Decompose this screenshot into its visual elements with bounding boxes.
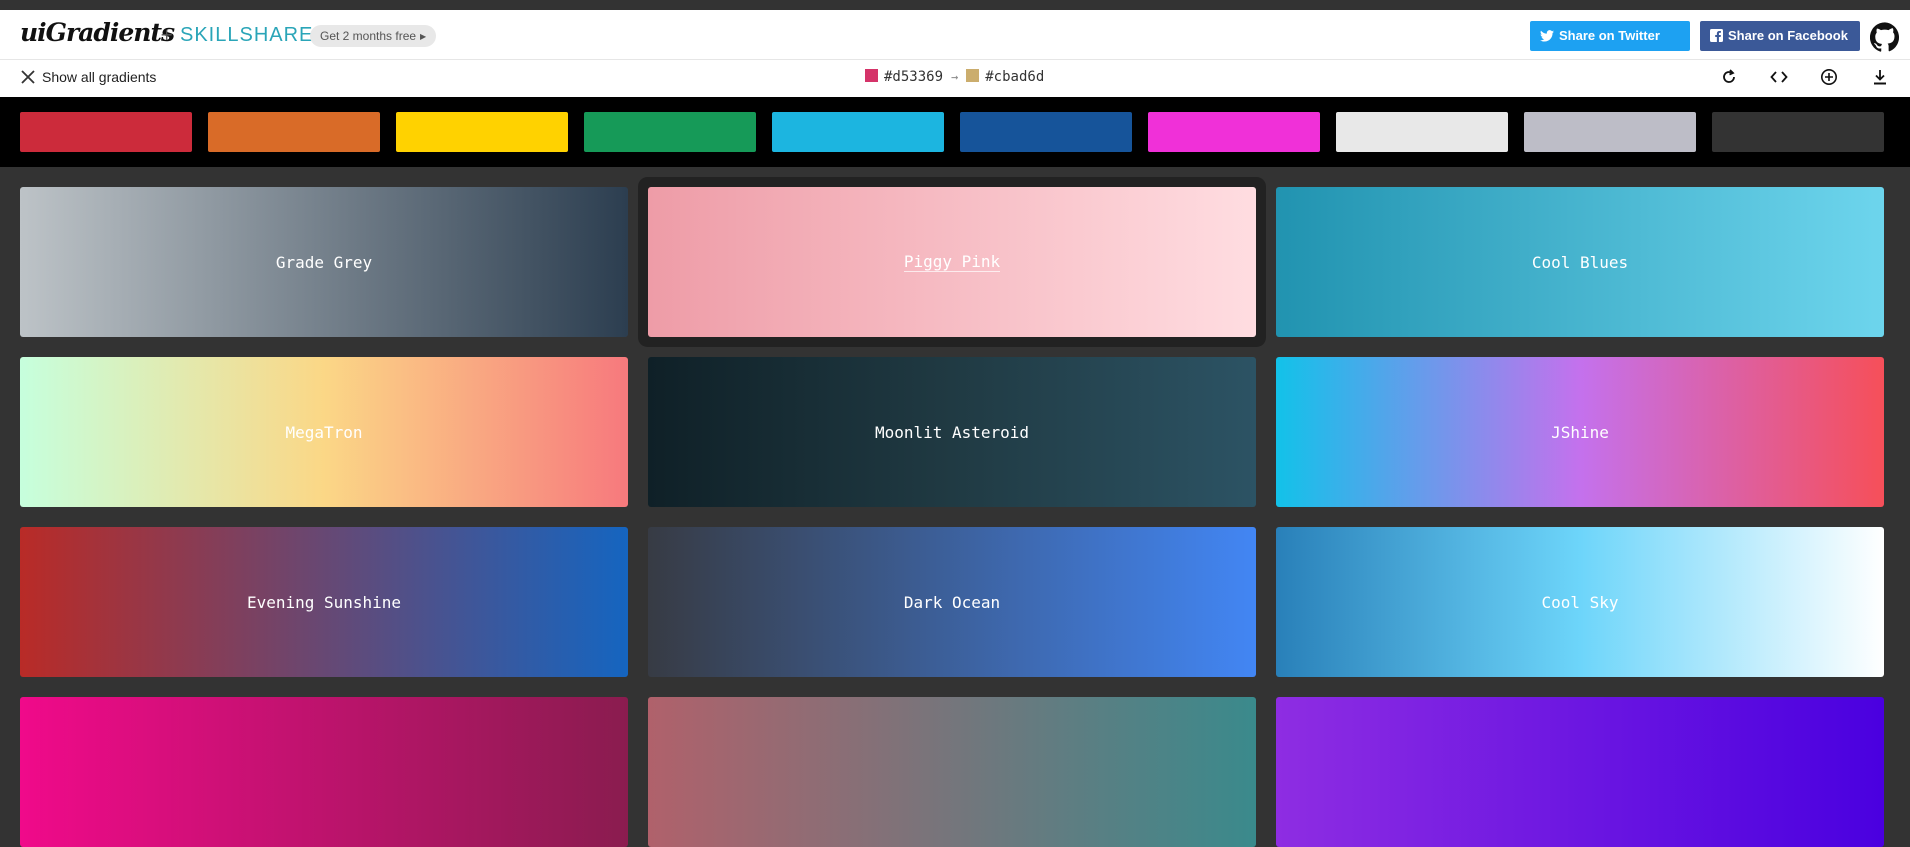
brand-plus: + [160, 25, 174, 44]
gradient-name: MegaTron [285, 422, 363, 442]
download-icon[interactable] [1871, 68, 1889, 86]
gradient-name: Grade Grey [275, 252, 373, 272]
gradient-name: Cool Sky [1541, 592, 1619, 612]
toolbar: Show all gradients #d53369 → #cbad6d [0, 60, 1910, 97]
gradient-name: Piggy Pink [903, 252, 1001, 272]
gradient-name: JShine [1551, 422, 1609, 442]
color-filter-cyan[interactable] [772, 112, 944, 152]
caret-right-icon: ▶ [420, 32, 427, 41]
gradient-card[interactable]: Evening Sunshine [20, 527, 628, 677]
color-filter-orange[interactable] [208, 112, 380, 152]
gradient-card[interactable]: Piggy Pink [648, 187, 1256, 337]
gradient-card[interactable]: Cool Sky [1276, 527, 1884, 677]
gradient-name: Evening Sunshine [246, 592, 402, 612]
gradient-card[interactable] [648, 697, 1256, 847]
gradient-name: Dark Ocean [903, 592, 1001, 612]
gradient-card[interactable]: Grade Grey [20, 187, 628, 337]
rotate-icon[interactable] [1720, 68, 1738, 86]
add-gradient-icon[interactable] [1820, 68, 1838, 86]
promo-label: Get 2 months free [320, 29, 417, 43]
color-to-code[interactable]: #cbad6d [985, 69, 1044, 85]
share-facebook-button[interactable]: Share on Facebook [1700, 21, 1860, 51]
color-from-swatch [865, 69, 878, 82]
gradient-card[interactable] [20, 697, 628, 847]
color-filter-red[interactable] [20, 112, 192, 152]
gradient-card[interactable]: Moonlit Asteroid [648, 357, 1256, 507]
partner-logo[interactable]: SKILLSHARE [180, 24, 313, 47]
gradient-color-codes: #d53369 → #cbad6d [865, 69, 1044, 85]
facebook-icon [1710, 29, 1723, 42]
share-twitter-label: Share on Twitter [1559, 28, 1660, 43]
share-facebook-label: Share on Facebook [1728, 28, 1848, 43]
color-to-swatch [966, 69, 980, 82]
color-filter-black[interactable] [1712, 112, 1884, 152]
gradient-name: Cool Blues [1531, 252, 1629, 272]
color-filter-bar [0, 97, 1910, 167]
color-from-code[interactable]: #d53369 [884, 69, 943, 85]
promo-badge[interactable]: Get 2 months free ▶ [310, 25, 437, 47]
color-filter-white[interactable] [1336, 112, 1508, 152]
window-top-strip [0, 0, 1910, 10]
gradient-name: Moonlit Asteroid [874, 422, 1030, 442]
gradient-card[interactable]: Dark Ocean [648, 527, 1256, 677]
color-filter-green[interactable] [584, 112, 756, 152]
code-icon[interactable] [1770, 68, 1788, 86]
brand-logo[interactable]: uiGradients [20, 18, 175, 47]
share-twitter-button[interactable]: Share on Twitter [1530, 21, 1690, 51]
gradient-card[interactable]: MegaTron [20, 357, 628, 507]
color-filter-grey[interactable] [1524, 112, 1696, 152]
close-icon [21, 70, 35, 84]
color-filter-yellow[interactable] [396, 112, 568, 152]
github-icon[interactable] [1870, 22, 1900, 52]
arrow-icon: → [951, 70, 959, 84]
gradient-card[interactable] [1276, 697, 1884, 847]
twitter-icon [1540, 30, 1554, 42]
color-filter-blue[interactable] [960, 112, 1132, 152]
header: uiGradients + SKILLSHARE Get 2 months fr… [0, 10, 1910, 60]
show-all-label: Show all gradients [42, 69, 157, 85]
gradient-card[interactable]: JShine [1276, 357, 1884, 507]
show-all-gradients-button[interactable]: Show all gradients [20, 69, 156, 85]
color-filter-magenta[interactable] [1148, 112, 1320, 152]
gradient-grid: Grade Grey Piggy Pink Cool Blues MegaTron Mo… [0, 167, 1910, 847]
gradient-card[interactable]: Cool Blues [1276, 187, 1884, 337]
